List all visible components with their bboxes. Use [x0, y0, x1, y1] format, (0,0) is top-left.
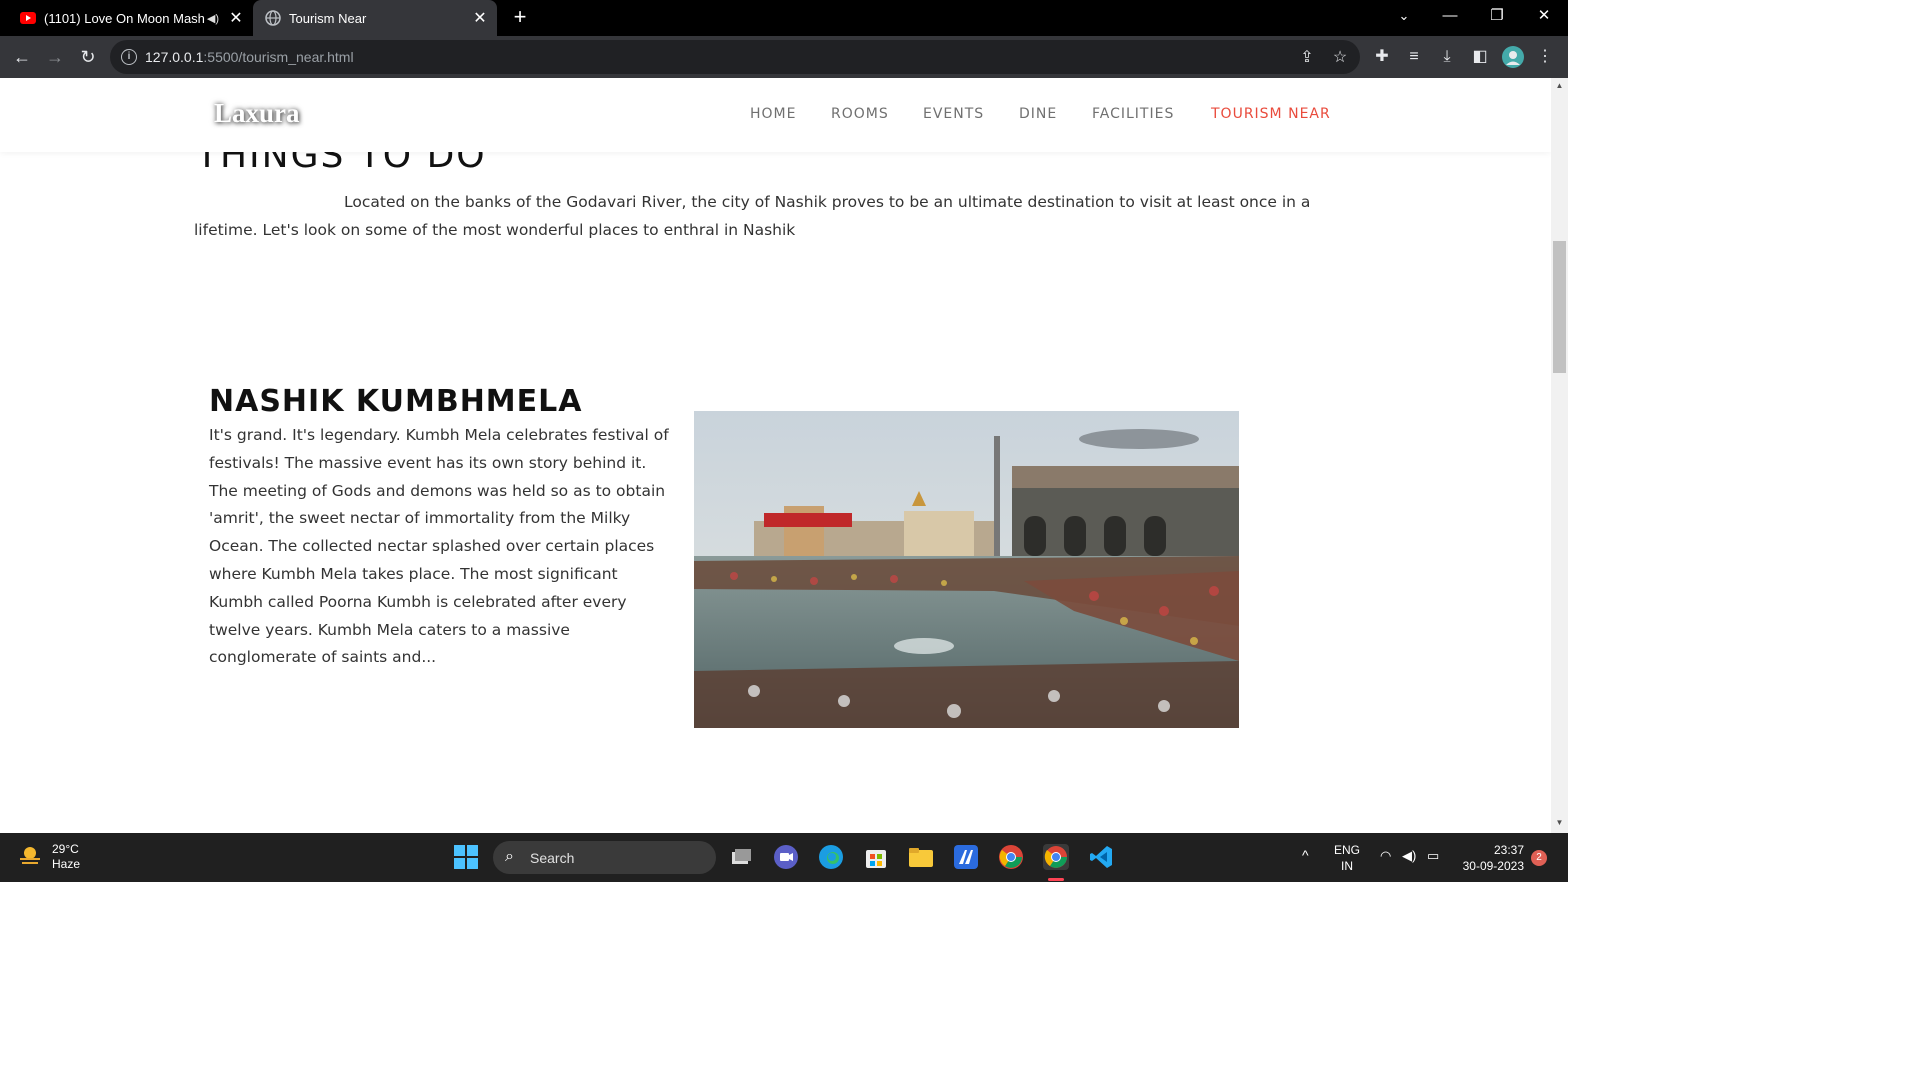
- nav-home[interactable]: HOME: [750, 106, 796, 122]
- microsoft-store-icon[interactable]: [863, 844, 889, 870]
- attraction-title: NASHIK KUMBHMELA: [209, 384, 583, 419]
- media-control-icon[interactable]: ≡: [1402, 45, 1426, 69]
- tab-tourism-near[interactable]: Tourism Near ✕: [253, 0, 497, 36]
- edge-browser-icon[interactable]: [818, 844, 844, 870]
- clock[interactable]: 23:37 30-09-2023: [1452, 842, 1524, 874]
- profile-avatar[interactable]: [1501, 45, 1525, 69]
- page-viewport: Laxura HOME ROOMS EVENTS DINE FACILITIES…: [0, 78, 1551, 833]
- search-icon: ⌕: [505, 848, 514, 865]
- tab-youtube[interactable]: (1101) Love On Moon Mash ◀) ✕: [8, 0, 253, 36]
- close-window-button[interactable]: ✕: [1521, 0, 1567, 32]
- site-logo[interactable]: Laxura: [214, 98, 300, 129]
- share-icon[interactable]: ⇪: [1296, 47, 1318, 69]
- active-app-indicator: [1048, 878, 1064, 881]
- nav-dine[interactable]: DINE: [1019, 106, 1057, 122]
- page-scrollbar[interactable]: ▲ ▼: [1551, 78, 1568, 833]
- volume-icon[interactable]: ◀): [1402, 848, 1416, 864]
- tab-search-icon[interactable]: ⌄: [1381, 0, 1427, 32]
- new-tab-button[interactable]: +: [508, 4, 532, 30]
- site-header: Laxura HOME ROOMS EVENTS DINE FACILITIES…: [0, 78, 1551, 152]
- browser-toolbar: ← → ↻ i 127.0.0.1:5500/tourism_near.html…: [0, 36, 1568, 78]
- globe-icon: [265, 10, 281, 26]
- nav-events[interactable]: EVENTS: [923, 106, 984, 122]
- scroll-down-arrow[interactable]: ▼: [1551, 818, 1568, 827]
- teams-chat-icon[interactable]: [773, 844, 799, 870]
- battery-icon[interactable]: ▭: [1427, 848, 1439, 864]
- taskbar-search[interactable]: ⌕ Search: [493, 841, 716, 874]
- search-label: Search: [530, 850, 575, 866]
- close-tab-icon[interactable]: ✕: [469, 8, 491, 28]
- speaker-icon[interactable]: ◀): [207, 12, 219, 25]
- youtube-icon: [20, 10, 36, 26]
- tab-strip: (1101) Love On Moon Mash ◀) ✕ Tourism Ne…: [0, 0, 1568, 36]
- task-view-icon[interactable]: [728, 844, 754, 870]
- nav-rooms[interactable]: ROOMS: [831, 106, 889, 122]
- site-info-icon[interactable]: i: [121, 49, 137, 65]
- weather-condition: Haze: [52, 857, 81, 871]
- file-explorer-icon[interactable]: [908, 844, 934, 870]
- vscode-icon[interactable]: [1088, 844, 1114, 870]
- show-hidden-icons[interactable]: ^: [1302, 847, 1309, 863]
- windows-taskbar: 29°C Haze ⌕ Search ^ ENG IN ◠ ◀) ▭ 23:37…: [0, 833, 1568, 882]
- tab-title: (1101) Love On Moon Mash: [44, 10, 205, 26]
- windows-start-icon[interactable]: [453, 844, 479, 870]
- url-text[interactable]: 127.0.0.1:5500/tourism_near.html: [145, 49, 354, 65]
- wifi-icon[interactable]: ◠: [1380, 848, 1391, 864]
- app-icon[interactable]: [953, 844, 979, 870]
- back-button[interactable]: ←: [9, 44, 35, 70]
- side-panel-icon[interactable]: ◧: [1468, 45, 1492, 69]
- attraction-description: It's grand. It's legendary. Kumbh Mela c…: [209, 426, 669, 667]
- temperature: 29°C: [52, 842, 79, 856]
- close-tab-icon[interactable]: ✕: [225, 8, 247, 28]
- bookmark-star-icon[interactable]: ☆: [1329, 47, 1351, 69]
- download-icon[interactable]: ⤓: [1435, 45, 1459, 69]
- menu-kebab-icon[interactable]: ⋮: [1533, 45, 1557, 69]
- chrome-profile-icon[interactable]: [1043, 844, 1069, 870]
- scroll-up-arrow[interactable]: ▲: [1551, 81, 1568, 90]
- language-indicator[interactable]: ENG IN: [1330, 842, 1364, 874]
- haze-weather-icon: [20, 847, 40, 864]
- scrollbar-thumb[interactable]: [1553, 241, 1566, 373]
- extensions-icon[interactable]: ✚: [1370, 45, 1394, 69]
- reload-button[interactable]: ↻: [75, 44, 101, 70]
- tab-title: Tourism Near: [289, 10, 367, 26]
- notification-badge[interactable]: 2: [1531, 850, 1547, 866]
- nav-facilities[interactable]: FACILITIES: [1092, 106, 1174, 122]
- intro-paragraph: Located on the banks of the Godavari Riv…: [194, 193, 1311, 239]
- nav-tourism-near[interactable]: TOURISM NEAR: [1211, 106, 1331, 122]
- forward-button[interactable]: →: [42, 44, 68, 70]
- kumbhmela-photo: [694, 411, 1239, 728]
- minimize-button[interactable]: —: [1427, 0, 1473, 32]
- restore-button[interactable]: ❐: [1474, 0, 1520, 32]
- address-bar[interactable]: i 127.0.0.1:5500/tourism_near.html ⇪ ☆: [110, 40, 1360, 74]
- chrome-icon[interactable]: [998, 844, 1024, 870]
